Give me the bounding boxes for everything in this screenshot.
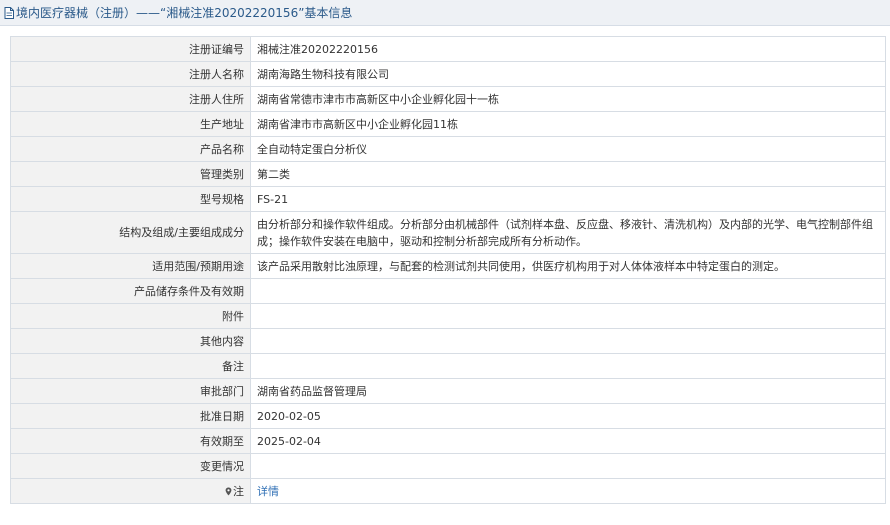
field-label: 其他内容 <box>10 328 251 354</box>
field-label: 变更情况 <box>10 453 251 479</box>
table-row: 备注 <box>10 353 886 379</box>
field-label: 审批部门 <box>10 378 251 404</box>
table-row: 生产地址 湖南省津市市高新区中小企业孵化园11栋 <box>10 111 886 137</box>
pin-icon <box>225 487 232 495</box>
field-label: 型号规格 <box>10 186 251 212</box>
table-row: 审批部门 湖南省药品监督管理局 <box>10 378 886 404</box>
note-label: 注 <box>233 484 244 498</box>
note-label-cell: 注 <box>10 478 251 504</box>
detail-link[interactable]: 详情 <box>257 485 279 498</box>
field-value <box>250 353 886 379</box>
field-value: 第二类 <box>250 161 886 187</box>
field-label: 注册人名称 <box>10 61 251 87</box>
table-row: 注册人名称 湖南海路生物科技有限公司 <box>10 61 886 87</box>
field-value: 湖南省常德市津市市高新区中小企业孵化园十一栋 <box>250 86 886 112</box>
info-table: 注册证编号 湘械注准20202220156 注册人名称 湖南海路生物科技有限公司… <box>10 36 886 504</box>
field-value <box>250 303 886 329</box>
field-label: 结构及组成/主要组成成分 <box>10 211 251 254</box>
note-value-cell: 详情 <box>250 478 886 504</box>
field-label: 注册人住所 <box>10 86 251 112</box>
table-row: 结构及组成/主要组成成分 由分析部分和操作软件组成。分析部分由机械部件（试剂样本… <box>10 211 886 254</box>
table-row: 管理类别 第二类 <box>10 161 886 187</box>
field-label: 有效期至 <box>10 428 251 454</box>
field-value: FS-21 <box>250 186 886 212</box>
field-value: 全自动特定蛋白分析仪 <box>250 136 886 162</box>
field-value: 由分析部分和操作软件组成。分析部分由机械部件（试剂样本盘、反应盘、移液针、清洗机… <box>250 211 886 254</box>
table-row: 产品名称 全自动特定蛋白分析仪 <box>10 136 886 162</box>
table-row: 注册人住所 湖南省常德市津市市高新区中小企业孵化园十一栋 <box>10 86 886 112</box>
table-row: 适用范围/预期用途 该产品采用散射比浊原理，与配套的检测试剂共同使用，供医疗机构… <box>10 253 886 279</box>
table-row: 其他内容 <box>10 328 886 354</box>
field-value: 2020-02-05 <box>250 403 886 429</box>
document-icon <box>4 6 14 19</box>
field-label: 管理类别 <box>10 161 251 187</box>
page-title: 境内医疗器械（注册）——“湘械注准20202220156”基本信息 <box>16 6 353 20</box>
field-label: 附件 <box>10 303 251 329</box>
table-row: 附件 <box>10 303 886 329</box>
field-value <box>250 453 886 479</box>
field-value: 湖南省药品监督管理局 <box>250 378 886 404</box>
field-label: 产品储存条件及有效期 <box>10 278 251 304</box>
field-label: 适用范围/预期用途 <box>10 253 251 279</box>
field-label: 批准日期 <box>10 403 251 429</box>
field-label: 注册证编号 <box>10 36 251 62</box>
field-value: 湖南省津市市高新区中小企业孵化园11栋 <box>250 111 886 137</box>
field-value: 湖南海路生物科技有限公司 <box>250 61 886 87</box>
field-value: 2025-02-04 <box>250 428 886 454</box>
table-row: 注册证编号 湘械注准20202220156 <box>10 36 886 62</box>
field-value: 湘械注准20202220156 <box>250 36 886 62</box>
table-row: 有效期至 2025-02-04 <box>10 428 886 454</box>
table-row: 型号规格 FS-21 <box>10 186 886 212</box>
field-value <box>250 328 886 354</box>
field-label: 生产地址 <box>10 111 251 137</box>
table-row: 产品储存条件及有效期 <box>10 278 886 304</box>
field-value <box>250 278 886 304</box>
table-row-note: 注 详情 <box>10 478 886 504</box>
field-label: 备注 <box>10 353 251 379</box>
field-value: 该产品采用散射比浊原理，与配套的检测试剂共同使用，供医疗机构用于对人体体液样本中… <box>250 253 886 279</box>
table-row: 变更情况 <box>10 453 886 479</box>
table-row: 批准日期 2020-02-05 <box>10 403 886 429</box>
page-header: 境内医疗器械（注册）——“湘械注准20202220156”基本信息 <box>0 0 890 26</box>
field-label: 产品名称 <box>10 136 251 162</box>
